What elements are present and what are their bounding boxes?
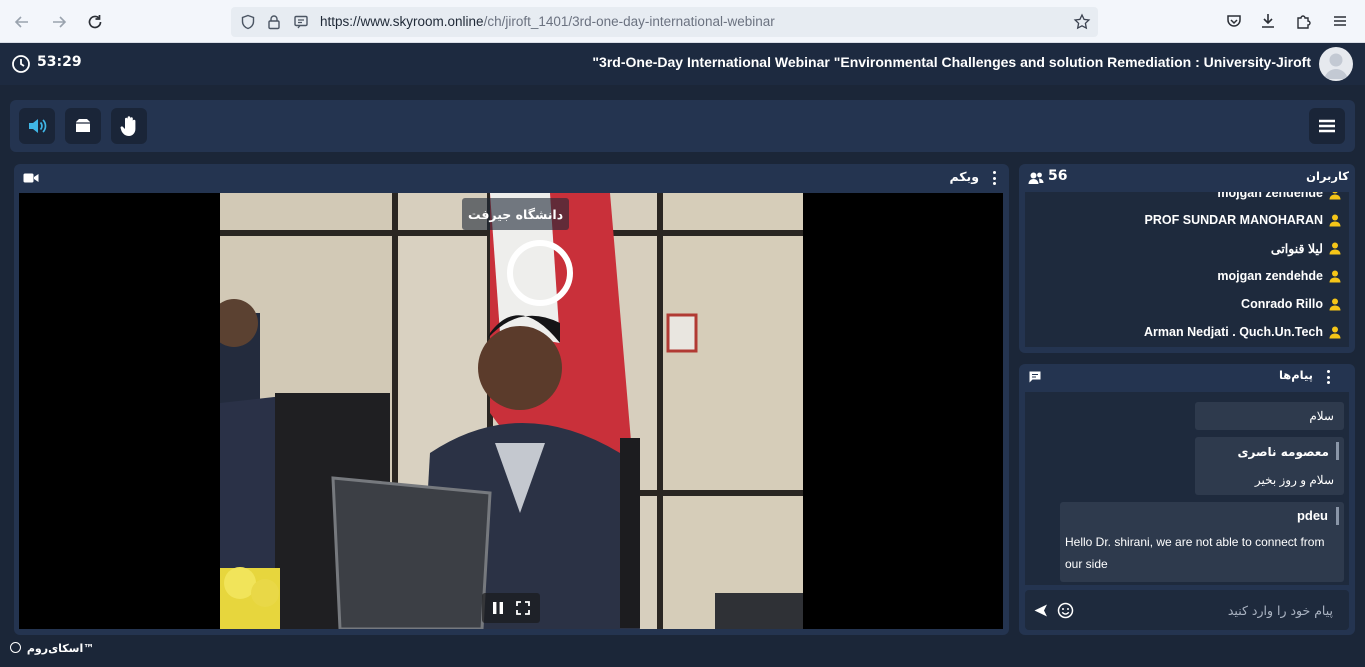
shield-icon bbox=[241, 14, 255, 30]
url-host: https://www.skyroom.online bbox=[320, 14, 484, 29]
app-header: 53:29 "3rd-One-Day International Webinar… bbox=[0, 43, 1365, 85]
download-icon bbox=[1262, 14, 1274, 28]
page-info-icon bbox=[294, 15, 308, 29]
list-item[interactable]: mojgan zendehde bbox=[1217, 192, 1341, 203]
user-name: Arman Nedjati . Quch.Un.Tech bbox=[1144, 325, 1323, 339]
arrow-right-icon bbox=[53, 16, 67, 28]
controls-toolbar bbox=[10, 100, 1355, 152]
reload-icon bbox=[88, 15, 102, 29]
url-path: /ch/jiroft_1401/3rd-one-day-internationa… bbox=[483, 14, 775, 29]
back-button[interactable] bbox=[9, 9, 35, 35]
arrow-left-icon bbox=[14, 16, 28, 28]
chat-message: pdeu Hello Dr. shirani, we are not able … bbox=[1060, 502, 1344, 582]
reload-button[interactable] bbox=[82, 9, 108, 35]
webcam-options-button[interactable] bbox=[992, 171, 996, 185]
list-item[interactable]: mojgan zendehde bbox=[1217, 266, 1341, 286]
url-text: https://www.skyroom.online/ch/jiroft_140… bbox=[320, 14, 775, 29]
video-controls bbox=[482, 593, 540, 623]
users-title: کاربران bbox=[1306, 169, 1349, 183]
user-name: Conrado Rillo bbox=[1241, 297, 1323, 311]
chat-options-button[interactable] bbox=[1326, 370, 1330, 384]
clock-icon bbox=[12, 55, 30, 73]
user-icon bbox=[1329, 192, 1341, 199]
downloads-button[interactable] bbox=[1256, 9, 1280, 33]
bookmark-star-icon[interactable] bbox=[1073, 13, 1091, 31]
webcam-video-image bbox=[220, 193, 803, 629]
video-caption-text: دانشگاه جیرفت bbox=[468, 206, 564, 222]
user-icon bbox=[1329, 214, 1341, 226]
forward-button[interactable] bbox=[46, 9, 72, 35]
message-sender: pdeu bbox=[1296, 508, 1328, 523]
pocket-button[interactable] bbox=[1222, 9, 1246, 33]
extensions-button[interactable] bbox=[1292, 9, 1316, 33]
chat-composer bbox=[1025, 590, 1349, 630]
media-button[interactable] bbox=[65, 108, 101, 144]
video-caption: دانشگاه جیرفت bbox=[462, 198, 570, 230]
user-name: mojgan zendehde bbox=[1217, 192, 1323, 200]
chat-messages: سلام معصومه ناصری سلام و روز بخیر pdeu H… bbox=[1025, 392, 1349, 585]
user-name: PROF SUNDAR MANOHARAN bbox=[1144, 213, 1323, 227]
webcam-title: وبکم bbox=[949, 169, 979, 184]
users-icon bbox=[1028, 172, 1044, 184]
message-sender: معصومه ناصری bbox=[1237, 445, 1329, 459]
browser-toolbar: https://www.skyroom.online/ch/jiroft_140… bbox=[0, 0, 1365, 43]
video-frame bbox=[220, 193, 803, 629]
session-title: "3rd-One-Day International Webinar "Envi… bbox=[592, 54, 1311, 70]
user-icon bbox=[1329, 326, 1341, 338]
speaker-icon bbox=[29, 119, 47, 133]
pocket-icon bbox=[1227, 15, 1241, 27]
address-bar[interactable]: https://www.skyroom.online/ch/jiroft_140… bbox=[231, 7, 1098, 37]
folder-icon bbox=[76, 119, 90, 132]
user-icon bbox=[1329, 270, 1341, 282]
message-quote-bar bbox=[1336, 507, 1339, 525]
lock-icon bbox=[268, 15, 280, 30]
brand-name: اسکای‌روم™ bbox=[26, 642, 95, 655]
video-player[interactable]: دانشگاه جیرفت bbox=[19, 193, 1003, 629]
emoji-icon[interactable] bbox=[1057, 602, 1074, 619]
brand-logo: اسکای‌روم™ bbox=[10, 642, 94, 655]
user-name: mojgan zendehde bbox=[1217, 269, 1323, 283]
chat-message: معصومه ناصری سلام و روز بخیر bbox=[1195, 437, 1344, 495]
fullscreen-icon[interactable] bbox=[516, 601, 530, 615]
avatar[interactable] bbox=[1319, 47, 1353, 81]
list-item[interactable]: PROF SUNDAR MANOHARAN bbox=[1145, 210, 1341, 230]
chat-message: سلام bbox=[1195, 402, 1344, 430]
message-text: سلام bbox=[1309, 409, 1334, 423]
browser-menu-button[interactable] bbox=[1328, 9, 1352, 33]
message-text: Hello Dr. shirani, we are not able to co… bbox=[1065, 535, 1325, 571]
session-timer: 53:29 bbox=[37, 54, 82, 70]
hamburger-icon bbox=[1319, 119, 1335, 133]
user-icon bbox=[1329, 242, 1341, 254]
send-icon[interactable] bbox=[1034, 604, 1048, 617]
users-list: mojgan zendehde PROF SUNDAR MANOHARAN لی… bbox=[1025, 192, 1349, 347]
chat-bubble-icon bbox=[1029, 371, 1041, 383]
hamburger-icon bbox=[1334, 16, 1346, 26]
user-icon bbox=[1329, 298, 1341, 310]
copyright-icon bbox=[10, 642, 21, 653]
user-avatar-icon bbox=[1324, 53, 1348, 79]
message-quote-bar bbox=[1336, 442, 1339, 460]
pause-icon[interactable] bbox=[491, 601, 505, 615]
main-menu-button[interactable] bbox=[1309, 108, 1345, 144]
list-item[interactable]: Conrado Rillo bbox=[1241, 294, 1341, 314]
message-text: سلام و روز بخیر bbox=[1254, 473, 1334, 487]
chat-title: پیام‌ها bbox=[1278, 368, 1313, 382]
chat-input[interactable] bbox=[1081, 598, 1333, 622]
video-camera-icon bbox=[23, 173, 39, 183]
list-item[interactable]: لیلا قنواتی bbox=[1271, 238, 1341, 258]
hand-icon bbox=[120, 116, 136, 136]
puzzle-icon bbox=[1297, 15, 1311, 29]
raise-hand-button[interactable] bbox=[111, 108, 147, 144]
list-item[interactable]: Arman Nedjati . Quch.Un.Tech bbox=[1144, 322, 1341, 342]
users-count: 56 bbox=[1048, 168, 1068, 184]
user-name: لیلا قنواتی bbox=[1270, 241, 1323, 256]
speaker-button[interactable] bbox=[19, 108, 55, 144]
